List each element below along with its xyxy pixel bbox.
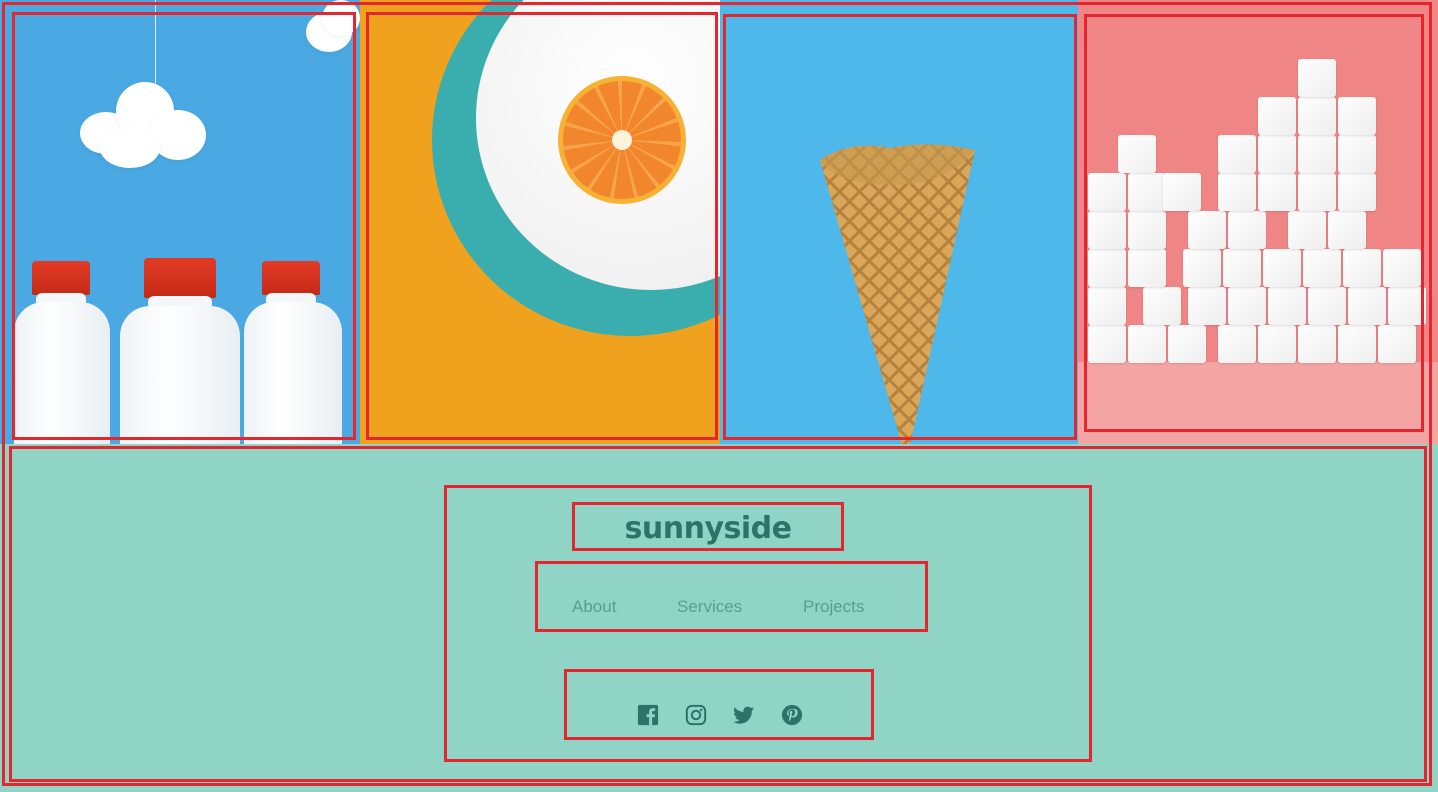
gallery-image-cone: [720, 0, 1078, 444]
gallery-image-orange: [360, 0, 720, 444]
social-links: [564, 669, 874, 740]
twitter-icon[interactable]: [733, 704, 755, 726]
logo[interactable]: sunnyside: [625, 511, 792, 546]
instagram-icon[interactable]: [685, 704, 707, 726]
footer-nav: About Services Projects: [535, 561, 928, 632]
nav-link-projects[interactable]: Projects: [803, 597, 864, 617]
facebook-icon[interactable]: [637, 704, 659, 726]
gallery-image-sugar-cubes: [1078, 0, 1438, 444]
cone-illustration: [820, 144, 975, 444]
gallery-image-milk-bottles: [0, 0, 360, 444]
logo-container: sunnyside: [572, 502, 844, 551]
nav-link-services[interactable]: Services: [677, 597, 742, 617]
pinterest-icon[interactable]: [781, 704, 803, 726]
nav-link-about[interactable]: About: [572, 597, 616, 617]
image-gallery: [0, 0, 1438, 444]
